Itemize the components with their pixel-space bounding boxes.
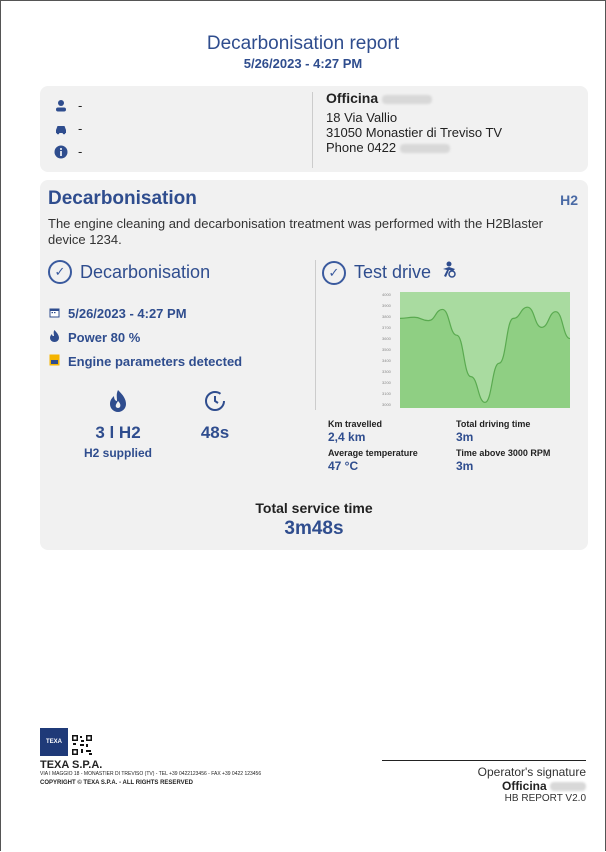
- km-label: Km travelled: [328, 419, 383, 429]
- testdrive-subheading: ✓ Test drive: [322, 260, 459, 285]
- flame-icon: [48, 330, 60, 345]
- decarb-power-row: Power 80 %: [48, 330, 140, 345]
- y-tick-label: 4000: [382, 292, 392, 297]
- h2-value: 3 l H2: [95, 423, 141, 442]
- workshop-address-2: 31050 Monastier di Treviso TV: [326, 125, 503, 140]
- signature-label: Operator's signature: [382, 760, 586, 779]
- h2blaster-logo: H2: [560, 192, 578, 208]
- h2-metric: 3 l H2 H2 supplied: [78, 390, 158, 460]
- section-description: The engine cleaning and decarbonisation …: [48, 216, 544, 247]
- column-divider: [315, 260, 316, 410]
- flame-icon: [78, 390, 158, 417]
- decarb-subheading-label: Decarbonisation: [80, 261, 211, 282]
- qr-code-icon: [71, 734, 93, 756]
- section-heading: Decarbonisation: [48, 188, 197, 209]
- time-value: 48s: [200, 423, 230, 442]
- engine-icon: [48, 354, 60, 369]
- redacted-phone: [399, 144, 450, 154]
- h2-label: H2 supplied: [83, 446, 152, 460]
- decarb-subheading: ✓ Decarbonisation: [48, 260, 210, 284]
- y-tick-label: 3900: [382, 303, 392, 308]
- texa-logo: TEXA: [40, 728, 68, 756]
- vehicle-row: -: [54, 121, 82, 136]
- y-tick-label: 3300: [382, 369, 392, 374]
- decarb-engine-row: Engine parameters detected: [48, 354, 242, 369]
- decarb-power: Power 80 %: [68, 330, 141, 345]
- details-row: -: [54, 144, 82, 159]
- redacted-signature: [550, 782, 586, 792]
- temp-value: 47 °C: [328, 459, 359, 473]
- above-label: Time above 3000 RPM: [456, 448, 551, 458]
- workshop-phone: Phone 0422: [326, 140, 397, 155]
- testdrive-subheading-label: Test drive: [354, 262, 432, 282]
- report-version: HB REPORT V2.0: [504, 793, 586, 804]
- driving-label: Total driving time: [456, 419, 531, 429]
- info-panel: - - - Officina 18 Via Vallio 31050 Monas…: [40, 86, 588, 172]
- signature-block: Operator's signature Officina HB REPORT …: [382, 760, 586, 804]
- total-time-label: Total service time: [255, 500, 373, 516]
- above-value: 3m: [456, 459, 474, 473]
- total-time-value: 3m48s: [284, 518, 344, 539]
- redacted-name: [382, 94, 433, 104]
- info-icon: [54, 145, 68, 159]
- decarb-engine: Engine parameters detected: [68, 354, 243, 369]
- rpm-chart: 4000 3900 3800 3700 3600 3500 3400 3300 3200 3100…: [382, 292, 571, 408]
- footer-company: TEXA TEXA S.P.A. VIA I MAGGIO 18 - MONAS…: [40, 728, 300, 786]
- y-tick-label: 3200: [382, 380, 392, 385]
- y-tick-label: 3400: [382, 358, 392, 363]
- signature-name: Officina: [501, 779, 547, 793]
- company-name: TEXA S.P.A.: [40, 759, 103, 771]
- decarb-date: 5/26/2023 - 4:27 PM: [68, 306, 187, 321]
- customer-row: -: [54, 98, 82, 113]
- copyright: COPYRIGHT © TEXA S.P.A. - ALL RIGHTS RES…: [40, 780, 193, 786]
- user-icon: [54, 99, 68, 113]
- report-datetime: 5/26/2023 - 4:27 PM: [243, 56, 363, 71]
- report-title: Decarbonisation report: [206, 33, 400, 54]
- driver-icon: [439, 260, 459, 285]
- y-tick-label: 3500: [382, 347, 392, 352]
- car-icon: [54, 122, 68, 136]
- time-metric: 48s: [180, 390, 250, 443]
- check-circle-icon: ✓: [48, 260, 72, 284]
- temp-label: Average temperature: [328, 448, 418, 458]
- calendar-icon: [48, 307, 60, 321]
- vehicle-value: -: [78, 121, 83, 136]
- customer-value: -: [78, 98, 83, 113]
- clock-icon: [180, 390, 250, 417]
- km-value: 2,4 km: [328, 430, 366, 444]
- driving-value: 3m: [456, 430, 474, 444]
- check-circle-icon: ✓: [322, 260, 346, 285]
- decarbonisation-panel: Decarbonisation H2 The engine cleaning a…: [40, 180, 588, 550]
- decarb-date-row: 5/26/2023 - 4:27 PM: [48, 306, 187, 321]
- y-tick-label: 3100: [382, 391, 392, 396]
- workshop-address-1: 18 Via Vallio: [326, 110, 398, 125]
- y-tick-label: 3700: [382, 325, 392, 330]
- y-tick-label: 3600: [382, 336, 392, 341]
- workshop-name: Officina: [326, 90, 379, 106]
- company-address: VIA I MAGGIO 18 - MONASTIER DI TREVISO (…: [40, 771, 262, 777]
- y-tick-label: 3000: [382, 402, 392, 407]
- info-divider: [312, 92, 313, 168]
- y-tick-label: 3800: [382, 314, 392, 319]
- workshop-block: Officina 18 Via Vallio 31050 Monastier d…: [326, 90, 503, 156]
- details-value: -: [78, 144, 83, 159]
